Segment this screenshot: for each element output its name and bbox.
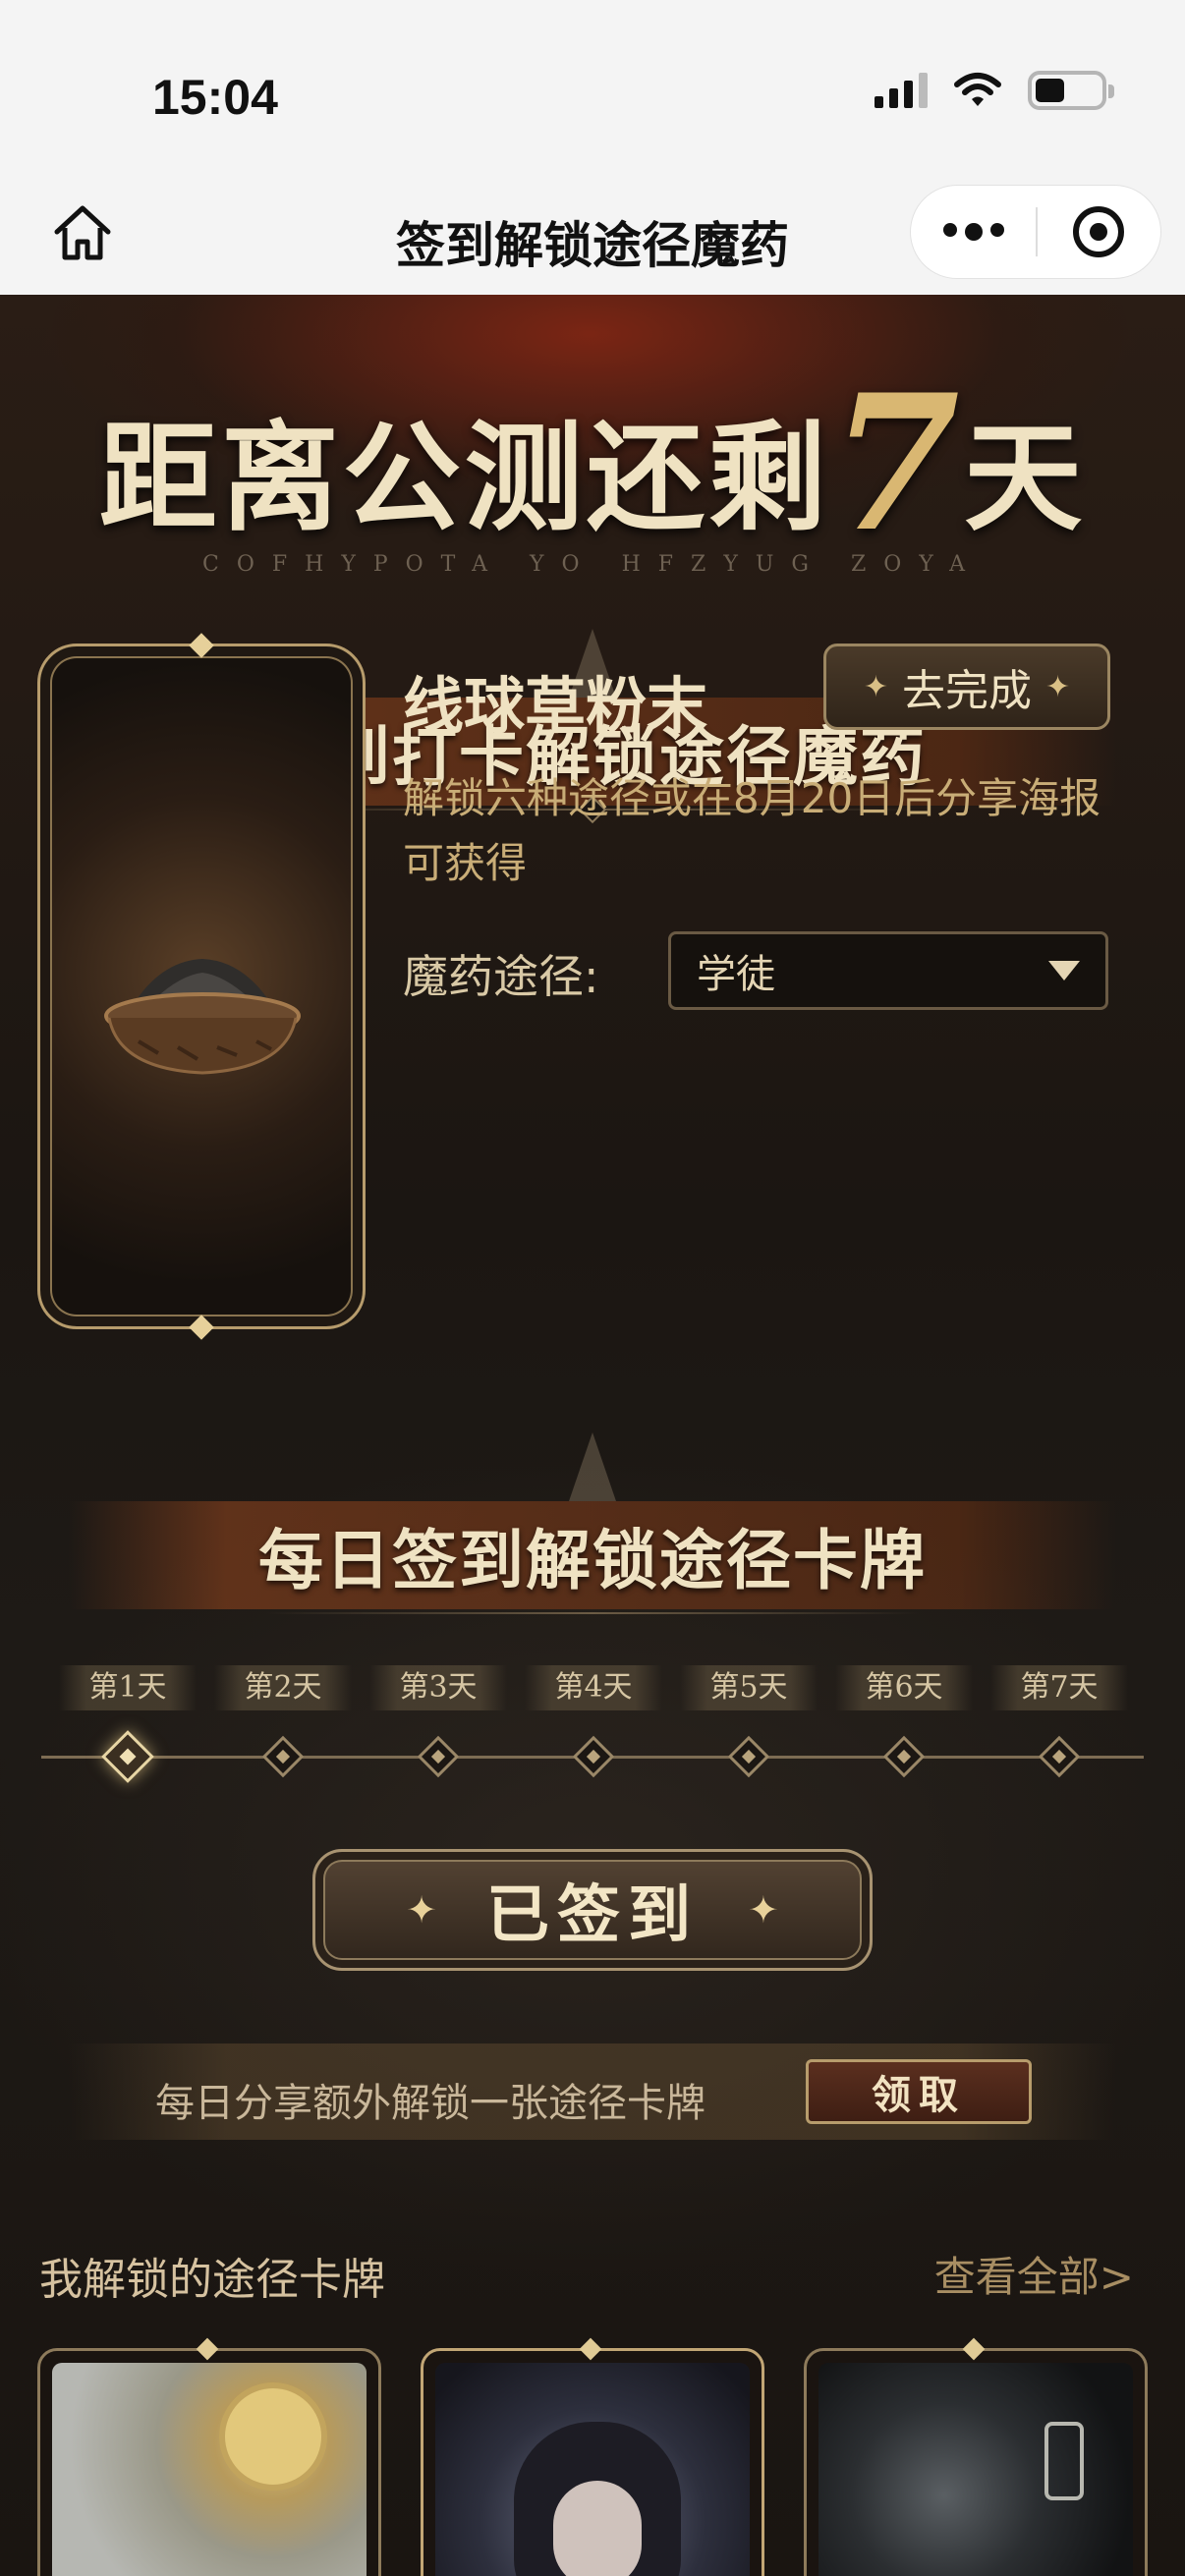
unlocked-cards-title: 我解锁的途径卡牌	[39, 2255, 385, 2305]
dropdown-arrow-icon	[1048, 961, 1080, 980]
countdown-suffix: 天	[964, 409, 1087, 547]
nav-bar: 签到解锁途径魔药	[0, 177, 1185, 295]
sun-icon	[219, 2382, 327, 2491]
status-bar: 15:04	[0, 0, 1185, 177]
sparkle-icon: ✦	[406, 1888, 437, 1932]
day-label: 第3天	[369, 1665, 507, 1710]
close-icon[interactable]	[1038, 206, 1160, 257]
go-complete-label: 去完成	[902, 666, 1032, 716]
countdown-number: 7	[829, 354, 965, 573]
path-card[interactable]	[37, 2337, 381, 2576]
countdown-title: 距离公测还剩7天	[0, 354, 1185, 573]
day-label: 第4天	[525, 1665, 662, 1710]
card-art-lantern	[818, 2363, 1133, 2576]
path-card[interactable]	[804, 2337, 1148, 2576]
countdown-subtitle: COFHYPOTA YO HFZYUG ZOYA	[202, 552, 983, 577]
battery-icon	[1028, 71, 1114, 110]
sparkle-icon: ✦	[1045, 669, 1071, 704]
go-complete-button[interactable]: ✦ 去完成 ✦	[823, 644, 1110, 730]
status-icons	[875, 71, 1114, 110]
path-card[interactable]	[421, 2337, 764, 2576]
card-art-sun	[52, 2363, 367, 2576]
signed-in-button[interactable]: ✦ 已签到 ✦	[312, 1849, 873, 1971]
share-reward-strip: 每日分享额外解锁一张途径卡牌 领取	[69, 2044, 1116, 2140]
day-label: 第6天	[835, 1665, 973, 1710]
item-name: 线球草粉末	[403, 670, 708, 742]
day-label: 第2天	[214, 1665, 352, 1710]
section-banner-cards: 每日签到解锁途径卡牌	[69, 1432, 1116, 1614]
crest-ornament-icon	[569, 1432, 616, 1501]
item-image-frame	[37, 633, 366, 1340]
mini-program-capsule	[910, 185, 1161, 279]
card-art-portrait	[435, 2363, 750, 2576]
day-node-7	[1038, 1735, 1081, 1778]
lantern-icon	[1044, 2422, 1084, 2500]
path-label: 魔药途径:	[403, 950, 599, 1003]
day-node-6	[882, 1735, 926, 1778]
path-select-value: 学徒	[697, 952, 775, 997]
more-icon[interactable]	[911, 223, 1036, 241]
cellular-signal-icon	[875, 73, 928, 108]
item-description: 解锁六种途径或在8月20日后分享海报可获得	[403, 774, 1101, 887]
day-node-3	[417, 1735, 460, 1778]
day-node-1	[101, 1730, 154, 1783]
divider	[265, 1612, 920, 1614]
sparkle-icon: ✦	[863, 669, 888, 704]
status-time: 15:04	[152, 70, 278, 125]
view-all-link[interactable]: 查看全部>	[934, 2244, 1134, 2304]
powder-bowl-icon	[104, 959, 301, 1075]
wifi-icon	[954, 73, 1001, 106]
daily-checkin-tracker: 第1天 第2天 第3天 第4天 第5天 第6天 第7天	[0, 1665, 1185, 1813]
path-select[interactable]: 学徒	[668, 931, 1108, 1010]
day-node-4	[572, 1735, 615, 1778]
day-node-2	[261, 1735, 305, 1778]
countdown-prefix: 距离公测还剩	[98, 409, 830, 547]
signed-in-label: 已签到	[486, 1878, 699, 1952]
day-label: 第7天	[990, 1665, 1128, 1710]
day-node-5	[727, 1735, 770, 1778]
section-title-cards: 每日签到解锁途径卡牌	[258, 1522, 927, 1598]
claim-button[interactable]: 领取	[806, 2059, 1032, 2124]
sparkle-icon: ✦	[748, 1888, 779, 1932]
share-reward-text: 每日分享额外解锁一张途径卡牌	[155, 2081, 705, 2126]
day-label: 第1天	[59, 1665, 197, 1710]
day-label: 第5天	[680, 1665, 818, 1710]
